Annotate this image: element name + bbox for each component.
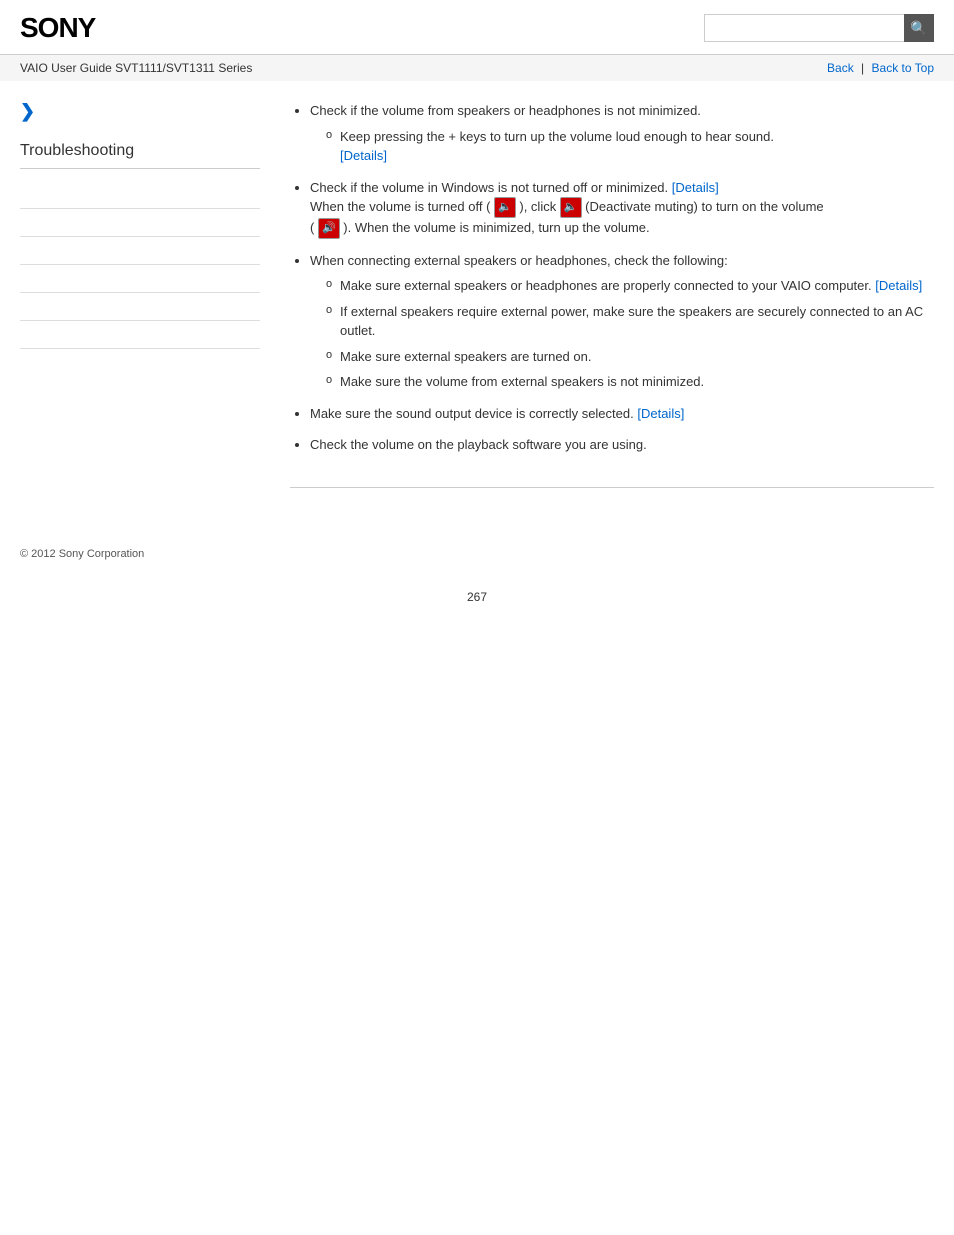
sidebar-nav-item-3[interactable] xyxy=(20,237,260,265)
search-input[interactable] xyxy=(704,14,904,42)
search-area: 🔍 xyxy=(704,14,934,42)
sub-list-1: Keep pressing the + keys to turn up the … xyxy=(310,127,934,166)
sidebar: ❯ Troubleshooting xyxy=(20,101,260,508)
content-section: Check if the volume from speakers or hea… xyxy=(290,101,934,488)
sub-list-item-3-1: Make sure external speakers or headphone… xyxy=(326,276,934,296)
bullet3-sub4-text: Make sure the volume from external speak… xyxy=(340,374,704,389)
guide-title: VAIO User Guide SVT1111/SVT1311 Series xyxy=(20,61,252,75)
sidebar-nav-item-1[interactable] xyxy=(20,181,260,209)
list-item-1: Check if the volume from speakers or hea… xyxy=(310,101,934,166)
main-container: ❯ Troubleshooting Check if the volume fr… xyxy=(0,81,954,528)
bullet2-desc4: ( 🔊 ). When the volume is minimized, tur… xyxy=(310,220,650,235)
search-button[interactable]: 🔍 xyxy=(904,14,934,42)
speaker-muted-icon-1: 🔈 xyxy=(494,197,516,218)
bullet5-text: Check the volume on the playback softwar… xyxy=(310,437,647,452)
bullet4-details-link[interactable]: [Details] xyxy=(637,406,684,421)
bullet4-text: Make sure the sound output device is cor… xyxy=(310,406,634,421)
sony-logo: SONY xyxy=(20,12,95,44)
footer: © 2012 Sony Corporation xyxy=(0,528,954,570)
bullet1-sub1-text: Keep pressing the + keys to turn up the … xyxy=(340,129,774,144)
list-item-2: Check if the volume in Windows is not tu… xyxy=(310,178,934,239)
subheader: VAIO User Guide SVT1111/SVT1311 Series B… xyxy=(0,55,954,81)
sidebar-nav-item-6[interactable] xyxy=(20,321,260,349)
sub-list-item-3-3: Make sure external speakers are turned o… xyxy=(326,347,934,367)
sub-list-item-3-2: If external speakers require external po… xyxy=(326,302,934,341)
speaker-on-icon: 🔊 xyxy=(318,218,340,239)
list-item-4: Make sure the sound output device is cor… xyxy=(310,404,934,424)
bullet1-sub1-details-link[interactable]: [Details] xyxy=(340,148,387,163)
bullet1-text: Check if the volume from speakers or hea… xyxy=(310,103,701,118)
bullet2-desc1: When the volume is turned off ( xyxy=(310,199,490,214)
bullet3-text: When connecting external speakers or hea… xyxy=(310,253,728,268)
search-icon: 🔍 xyxy=(910,20,927,37)
sidebar-nav-item-2[interactable] xyxy=(20,209,260,237)
speaker-muted-icon-2: 🔈 xyxy=(560,197,582,218)
bullet3-sub3-text: Make sure external speakers are turned o… xyxy=(340,349,591,364)
bullet2-details-link[interactable]: [Details] xyxy=(672,180,719,195)
sub-list-item-1: Keep pressing the + keys to turn up the … xyxy=(326,127,934,166)
bullet2-desc3: (Deactivate muting) to turn on the volum… xyxy=(585,199,823,214)
sidebar-nav-item-5[interactable] xyxy=(20,293,260,321)
page-number: 267 xyxy=(0,570,954,624)
main-list: Check if the volume from speakers or hea… xyxy=(290,101,934,455)
bullet2-desc2: ), click xyxy=(519,199,556,214)
bullet2-text: Check if the volume in Windows is not tu… xyxy=(310,180,668,195)
back-to-top-link[interactable]: Back to Top xyxy=(872,61,934,75)
bullet3-sub2-text: If external speakers require external po… xyxy=(340,304,923,339)
sub-list-3: Make sure external speakers or headphone… xyxy=(310,276,934,392)
header: SONY 🔍 xyxy=(0,0,954,55)
content-area: Check if the volume from speakers or hea… xyxy=(280,101,934,508)
nav-separator: | xyxy=(861,61,864,75)
sub-list-item-3-4: Make sure the volume from external speak… xyxy=(326,372,934,392)
sidebar-section-title: Troubleshooting xyxy=(20,142,260,169)
list-item-3: When connecting external speakers or hea… xyxy=(310,251,934,392)
sidebar-nav-item-4[interactable] xyxy=(20,265,260,293)
back-link[interactable]: Back xyxy=(827,61,854,75)
bullet3-sub1-details-link[interactable]: [Details] xyxy=(875,278,922,293)
nav-links: Back | Back to Top xyxy=(827,61,934,75)
bullet3-sub1-text: Make sure external speakers or headphone… xyxy=(340,278,872,293)
sidebar-arrow[interactable]: ❯ xyxy=(20,101,260,122)
copyright-text: © 2012 Sony Corporation xyxy=(20,548,144,560)
list-item-5: Check the volume on the playback softwar… xyxy=(310,435,934,455)
